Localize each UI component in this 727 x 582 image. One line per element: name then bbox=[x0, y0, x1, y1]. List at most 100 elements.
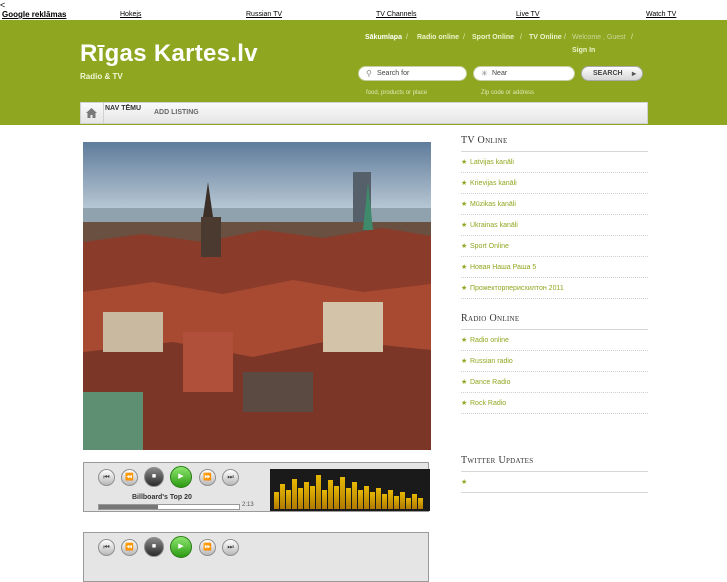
equalizer-bar bbox=[412, 494, 417, 509]
nav-separator: / bbox=[520, 34, 522, 41]
nav-separator: / bbox=[463, 34, 465, 41]
equalizer-bar bbox=[280, 484, 285, 509]
search-what-placeholder: Search for bbox=[377, 70, 410, 77]
equalizer-bar bbox=[340, 477, 345, 509]
sign-in-link[interactable]: Sign In bbox=[572, 47, 595, 54]
equalizer-bar bbox=[388, 490, 393, 509]
equalizer-bar bbox=[274, 492, 279, 509]
equalizer-bar bbox=[334, 486, 339, 509]
equalizer-bar bbox=[310, 486, 315, 509]
equalizer-bar bbox=[358, 490, 363, 509]
equalizer-bar bbox=[298, 488, 303, 509]
stop-button[interactable]: ■ bbox=[144, 467, 164, 487]
equalizer-bar bbox=[418, 498, 423, 509]
star-icon: ★ bbox=[461, 222, 468, 229]
search-what-input[interactable]: ⚲ Search for bbox=[358, 66, 467, 81]
audio-player: ⏮ ⏪ ■ ▶ ⏩ ⏭ Billboard's Top 20 2:13 bbox=[83, 462, 430, 512]
skip-forward-icon[interactable]: ⏭ bbox=[222, 539, 239, 556]
nav-separator: / bbox=[564, 34, 566, 41]
search-near-placeholder: Near bbox=[492, 70, 508, 77]
search-button[interactable]: SEARCH ▸ bbox=[581, 66, 643, 81]
sidebar-item[interactable]: ★ Radio online bbox=[461, 330, 648, 351]
star-icon: ★ bbox=[461, 400, 468, 407]
equalizer-bar bbox=[352, 482, 357, 509]
star-icon: ★ bbox=[461, 337, 468, 344]
home-icon bbox=[86, 108, 97, 118]
sidebar-heading-radio: Radio Online bbox=[461, 313, 648, 330]
riga-cityscape-image bbox=[83, 142, 431, 450]
sidebar-item[interactable]: ★ Новая Наша Раша 5 bbox=[461, 257, 648, 278]
equalizer-bar bbox=[292, 479, 297, 509]
equalizer-bar bbox=[304, 482, 309, 509]
nav-separator: / bbox=[631, 34, 633, 41]
equalizer-bar bbox=[376, 488, 381, 509]
sidebar-item[interactable]: ★ Krievijas kanāli bbox=[461, 173, 648, 194]
ad-link-hokejs[interactable]: Hokejs bbox=[120, 11, 141, 18]
sidebar-item[interactable]: ★ Mūzikas kanāli bbox=[461, 194, 648, 215]
ad-link-tv-channels[interactable]: TV Channels bbox=[376, 11, 416, 18]
google-ads-label[interactable]: Google reklāmas bbox=[2, 10, 66, 19]
sidebar-tv-online: TV Online ★ Latvijas kanāli ★ Krievijas ka… bbox=[461, 135, 648, 299]
ad-link-watch-tv[interactable]: Watch TV bbox=[646, 11, 676, 18]
equalizer-bar bbox=[370, 492, 375, 509]
tab-nav-temu[interactable]: NAV TĒMU bbox=[105, 105, 141, 112]
stop-button[interactable]: ■ bbox=[144, 537, 164, 557]
sidebar-item[interactable]: ★ Russian radio bbox=[461, 351, 648, 372]
equalizer-bar bbox=[328, 480, 333, 509]
star-icon: ★ bbox=[461, 379, 468, 386]
equalizer-bar bbox=[322, 490, 327, 509]
ad-link-live-tv[interactable]: Live TV bbox=[516, 11, 540, 18]
tab-add-listing[interactable]: ADD LISTING bbox=[154, 109, 199, 116]
rewind-icon[interactable]: ⏪ bbox=[121, 469, 138, 486]
home-tab[interactable] bbox=[81, 103, 104, 123]
location-icon: ✳ bbox=[481, 69, 488, 78]
welcome-text: Welcome , Guest bbox=[572, 34, 626, 41]
nav-radio-online[interactable]: Radio online bbox=[417, 34, 459, 41]
play-button[interactable]: ▶ bbox=[170, 536, 192, 558]
rewind-icon[interactable]: ⏪ bbox=[121, 539, 138, 556]
nav-sport-online[interactable]: Sport Online bbox=[472, 34, 514, 41]
star-icon: ★ bbox=[461, 358, 468, 365]
chevron-right-icon: ▸ bbox=[632, 69, 637, 78]
search-icon: ⚲ bbox=[366, 69, 372, 78]
site-title[interactable]: Rīgas Kartes.lv bbox=[80, 40, 258, 68]
skip-back-icon[interactable]: ⏮ bbox=[98, 469, 115, 486]
nav-tv-online[interactable]: TV Online bbox=[529, 34, 562, 41]
search-near-hint: Zip code or address bbox=[481, 90, 535, 96]
equalizer-bar bbox=[394, 496, 399, 509]
sidebar-item[interactable]: ★ Sport Online bbox=[461, 236, 648, 257]
sidebar-item[interactable]: ★ Dance Radio bbox=[461, 372, 648, 393]
sidebar-item[interactable]: ★ Latvijas kanāli bbox=[461, 152, 648, 173]
star-icon: ★ bbox=[461, 159, 468, 166]
equalizer-bar bbox=[406, 498, 411, 509]
nav-separator: / bbox=[406, 34, 408, 41]
equalizer-bar bbox=[382, 494, 387, 509]
sidebar-heading-twitter: Twitter Updates bbox=[461, 455, 648, 472]
player-time: 2:13 bbox=[242, 502, 254, 508]
star-icon: ★ bbox=[461, 285, 468, 292]
player-track-title: Billboard's Top 20 bbox=[132, 494, 192, 501]
search-near-input[interactable]: ✳ Near bbox=[473, 66, 575, 81]
audio-player: ⏮ ⏪ ■ ▶ ⏩ ⏭ bbox=[83, 532, 429, 582]
star-icon: ★ bbox=[461, 479, 468, 486]
sidebar-item[interactable]: ★ Rock Radio bbox=[461, 393, 648, 414]
star-icon: ★ bbox=[461, 180, 468, 187]
star-icon: ★ bbox=[461, 201, 468, 208]
fast-forward-icon[interactable]: ⏩ bbox=[199, 469, 216, 486]
sidebar-item[interactable]: ★ Прожекторперисхилтон 2011 bbox=[461, 278, 648, 299]
star-icon: ★ bbox=[461, 243, 468, 250]
equalizer-bar bbox=[346, 488, 351, 509]
sidebar-heading-tv: TV Online bbox=[461, 135, 648, 152]
sidebar-item[interactable]: ★ Ukrainas kanāli bbox=[461, 215, 648, 236]
play-button[interactable]: ▶ bbox=[170, 466, 192, 488]
skip-back-icon[interactable]: ⏮ bbox=[98, 539, 115, 556]
search-button-label: SEARCH bbox=[593, 70, 623, 77]
fast-forward-icon[interactable]: ⏩ bbox=[199, 539, 216, 556]
search-what-hint: food, products or place bbox=[366, 90, 428, 96]
skip-forward-icon[interactable]: ⏭ bbox=[222, 469, 239, 486]
nav-home[interactable]: Sākumlapa bbox=[365, 34, 402, 41]
equalizer-bar bbox=[400, 492, 405, 509]
player-progress-bar[interactable] bbox=[98, 504, 240, 510]
star-icon: ★ bbox=[461, 264, 468, 271]
ad-link-russian-tv[interactable]: Russian TV bbox=[246, 11, 282, 18]
